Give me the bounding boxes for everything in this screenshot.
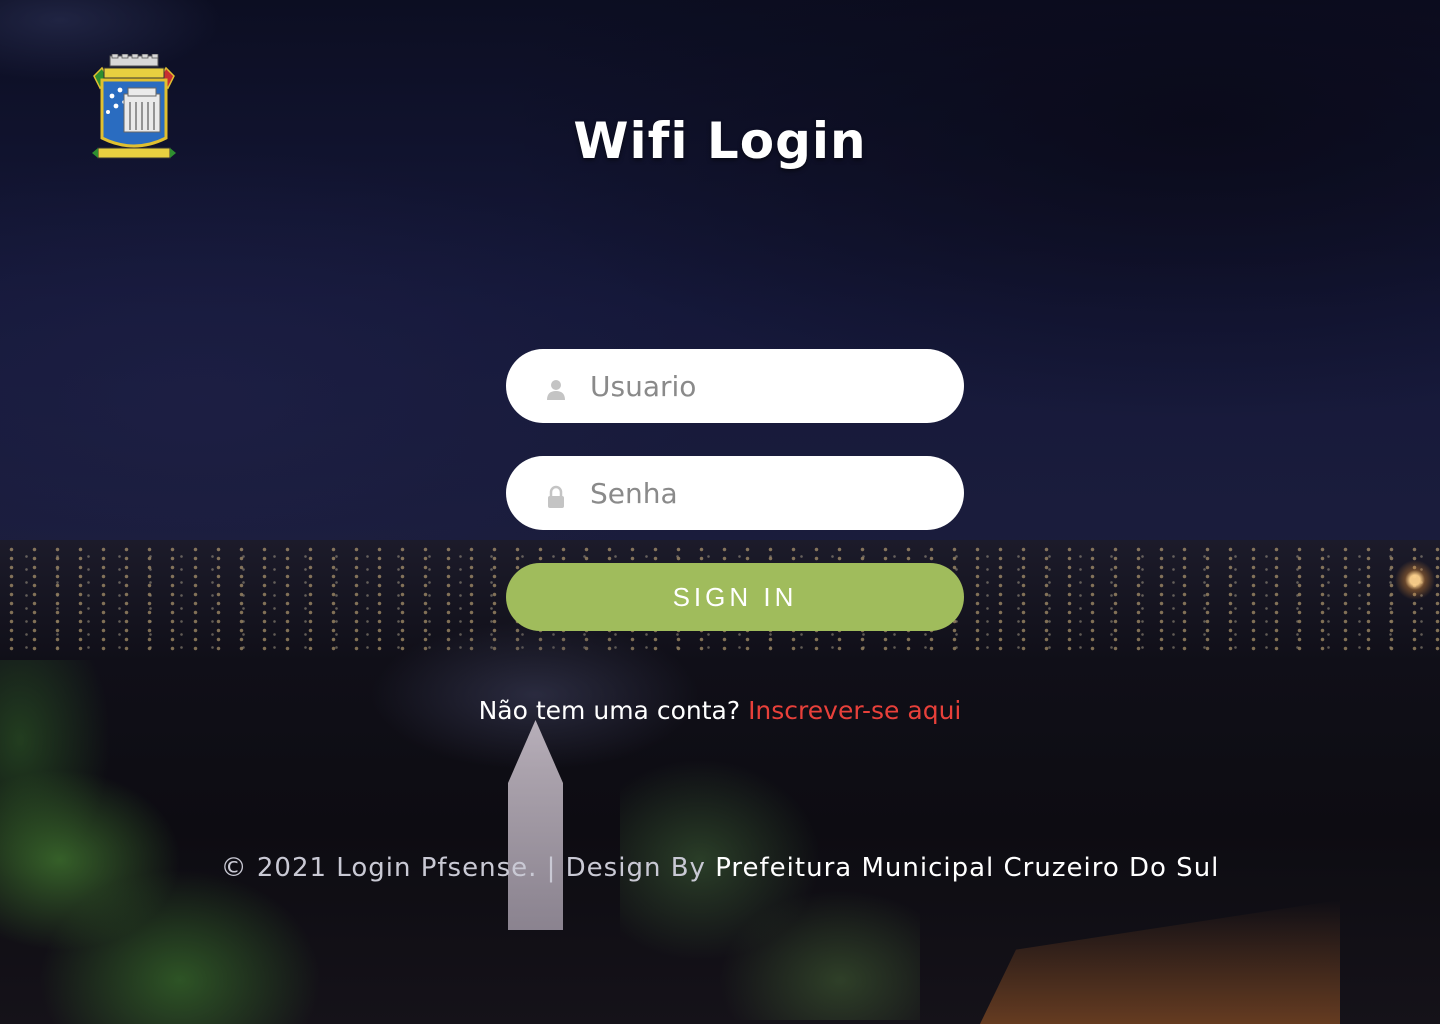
login-page: Wifi Login SIGN IN Não tem uma conta? In… bbox=[0, 0, 1440, 1024]
footer-copyright: © 2021 Login Pfsense. | Design By bbox=[220, 853, 706, 883]
street-lamp-glow bbox=[1395, 560, 1435, 600]
user-icon bbox=[546, 378, 566, 402]
signup-prompt: Não tem uma conta? Inscrever-se aqui bbox=[0, 696, 1440, 725]
password-input[interactable] bbox=[588, 467, 932, 519]
page-title: Wifi Login bbox=[573, 112, 867, 170]
username-field[interactable] bbox=[506, 349, 964, 423]
signup-prompt-text: Não tem uma conta? bbox=[478, 696, 741, 725]
signup-link[interactable]: Inscrever-se aqui bbox=[748, 696, 961, 725]
footer: © 2021 Login Pfsense. | Design By Prefei… bbox=[0, 853, 1440, 883]
sign-in-button[interactable]: SIGN IN bbox=[506, 563, 964, 631]
footer-organization: Prefeitura Municipal Cruzeiro Do Sul bbox=[715, 853, 1220, 883]
lock-icon bbox=[546, 485, 566, 509]
password-field[interactable] bbox=[506, 456, 964, 530]
username-input[interactable] bbox=[588, 360, 932, 412]
